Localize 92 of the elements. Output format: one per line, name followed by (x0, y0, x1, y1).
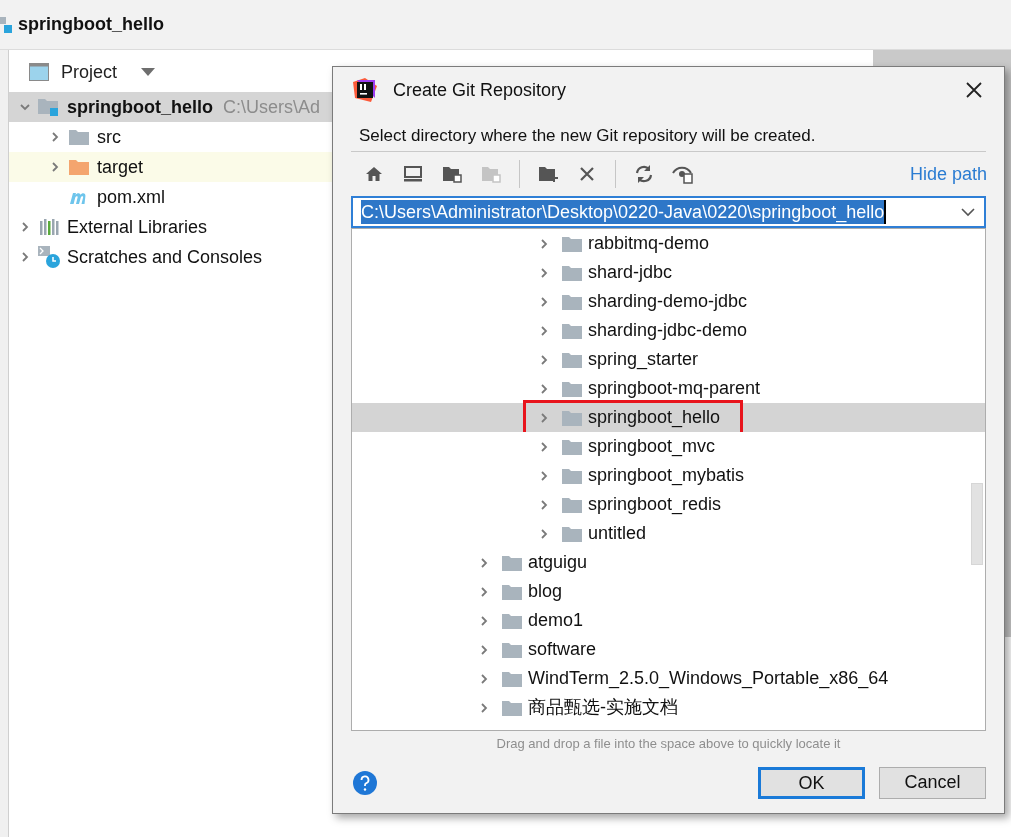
directory-label: springboot_mybatis (588, 464, 745, 488)
refresh-icon[interactable] (633, 164, 655, 184)
chevron-down-icon[interactable] (19, 101, 31, 113)
directory-label: sharding-demo-jdbc (588, 290, 748, 313)
project-window-icon (29, 63, 49, 81)
directory-label: rabbitmq-demo (588, 232, 710, 255)
chevron-right-icon[interactable] (538, 440, 550, 453)
chevron-right-icon[interactable] (478, 672, 490, 685)
eye-doc-icon[interactable] (672, 164, 694, 184)
monitor-icon[interactable] (402, 164, 424, 184)
chevron-right-icon[interactable] (538, 353, 550, 366)
chevron-right-icon[interactable] (538, 237, 550, 250)
folder-icon (502, 554, 522, 571)
directory-label: springboot_mvc (588, 435, 716, 459)
instruction-text: Select directory where the new Git repository will be created. (359, 125, 817, 147)
chevron-right-icon[interactable] (478, 585, 490, 598)
folder-icon (502, 670, 522, 687)
directory-label: demo1 (528, 609, 584, 632)
dialog-title: Create Git Repository (393, 78, 567, 102)
folder-icon (502, 641, 522, 658)
project-tree-label: pom.xml (97, 185, 165, 209)
chevron-right-icon[interactable] (478, 556, 490, 569)
chevron-right-icon[interactable] (49, 131, 61, 143)
cancel-button[interactable]: Cancel (879, 766, 986, 799)
project-tree-label: springboot_hello (67, 95, 213, 119)
project-tree-label: External Libraries (67, 215, 208, 239)
chevron-right-icon[interactable] (538, 382, 550, 395)
libraries-icon (39, 218, 59, 236)
help-icon[interactable] (352, 769, 378, 796)
folder-icon (562, 235, 582, 252)
folder-icon (562, 525, 582, 542)
directory-label: sharding-jdbc-demo (588, 319, 748, 342)
module-folder-icon (0, 14, 14, 35)
chevron-right-icon[interactable] (538, 469, 550, 482)
directory-label: untitled (588, 522, 647, 545)
folder-icon (502, 583, 522, 600)
chevron-right-icon[interactable] (19, 251, 31, 263)
path-value: C:\Users\Administrator\Desktop\0220-Java\0220\springboot_hello (361, 200, 887, 224)
chevron-right-icon[interactable] (538, 527, 550, 540)
folder-icon (562, 496, 582, 513)
directory-label: atguigu (528, 551, 588, 574)
hint-text: Drag and drop a file into the space above to quickly locate it (495, 735, 842, 753)
chevron-right-icon[interactable] (49, 161, 61, 173)
directory-label: springboot_redis (588, 493, 722, 517)
chevron-right-icon[interactable] (478, 643, 490, 656)
project-tree-label: src (97, 125, 121, 149)
project-tree-label: Scratches and Consoles (67, 245, 263, 269)
folder-doc-icon[interactable] (441, 164, 463, 184)
folder-icon (69, 159, 89, 175)
scratch-clock-icon (38, 246, 60, 268)
folder-icon (562, 322, 582, 339)
panel-title[interactable]: Project (61, 58, 118, 86)
folder-icon (69, 129, 89, 145)
module-path: C:\Users\Ad (223, 95, 321, 119)
dropdown-chevron-icon[interactable] (960, 207, 976, 217)
module-folder-icon (38, 98, 60, 116)
chevron-right-icon[interactable] (538, 295, 550, 308)
folder-icon (562, 351, 582, 368)
hide-path-link[interactable]: Hide path (909, 160, 987, 188)
chevron-right-icon[interactable] (538, 498, 550, 511)
directory-label: springboot_hello (588, 406, 721, 430)
app-logo-icon (353, 78, 377, 102)
directory-label: 商品甄选-实施文档 (528, 696, 678, 719)
chevron-right-icon[interactable] (19, 221, 31, 233)
chevron-right-icon[interactable] (538, 324, 550, 337)
project-tree-label: target (97, 155, 144, 179)
close-icon[interactable] (966, 82, 982, 98)
window-title: springboot_hello (18, 13, 164, 36)
chevron-right-icon[interactable] (478, 701, 490, 714)
dropdown-triangle-icon[interactable] (141, 68, 156, 76)
new-folder-icon[interactable] (537, 164, 559, 184)
chevron-right-icon[interactable] (538, 266, 550, 279)
scrollbar-thumb[interactable] (971, 483, 983, 565)
folder-icon (562, 409, 582, 426)
folder-icon (562, 293, 582, 310)
directory-tree-item[interactable]: springboot_hello (352, 403, 985, 432)
path-field[interactable]: C:\Users\Administrator\Desktop\0220-Java\0220\springboot_hello (351, 196, 986, 228)
directory-label: spring_starter (588, 348, 699, 372)
folder-icon (562, 438, 582, 455)
folder-icon (502, 612, 522, 629)
folder-icon (562, 264, 582, 281)
directory-label: shard-jdbc (588, 261, 673, 284)
directory-label: software (528, 638, 597, 661)
ok-button[interactable]: OK (758, 766, 865, 799)
chevron-right-icon[interactable] (538, 411, 550, 424)
directory-label: WindTerm_2.5.0_Windows_Portable_x86_64 (528, 667, 889, 691)
folder-icon (502, 699, 522, 716)
folder-icon (562, 467, 582, 484)
directory-label: springboot-mq-parent (588, 377, 761, 400)
chevron-right-icon[interactable] (478, 614, 490, 627)
directory-label: blog (528, 580, 563, 603)
folder-icon (562, 380, 582, 397)
